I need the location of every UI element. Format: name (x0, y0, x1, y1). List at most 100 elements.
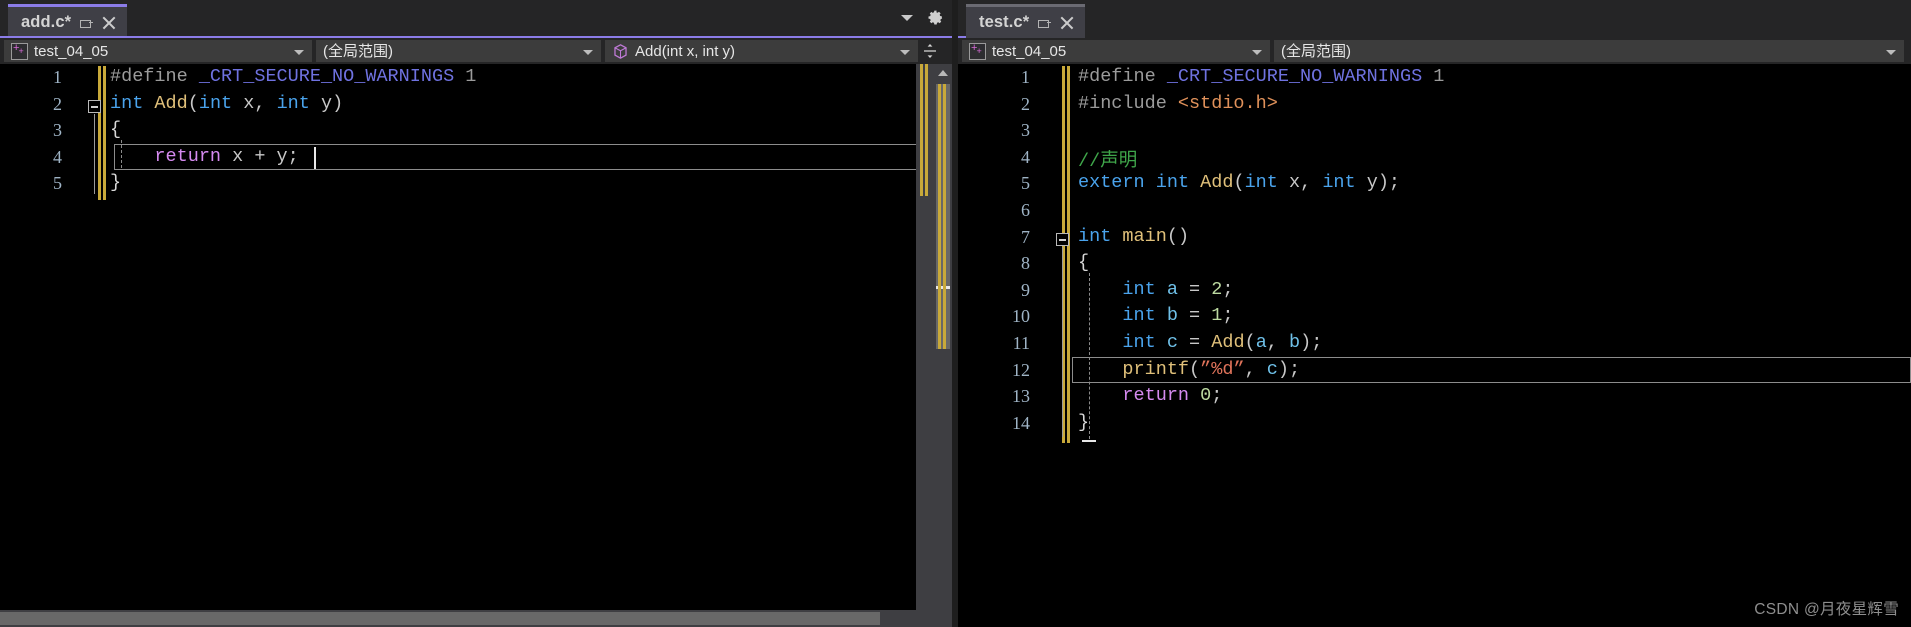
code-lines-right[interactable]: 1 #define _CRT_SECURE_NO_WARNINGS 1 2 #incl… (958, 64, 1911, 627)
code-line[interactable]: 9 int a = 2; (958, 277, 1911, 304)
line-number: 9 (1021, 279, 1030, 300)
code-line[interactable]: 8{ (958, 250, 1911, 277)
brace-guide-line (94, 114, 95, 194)
code-text[interactable]: int Add(int x, int y) (110, 93, 343, 114)
code-token: y) (309, 92, 344, 114)
chevron-down-icon[interactable] (1886, 50, 1896, 55)
code-text[interactable]: { (110, 119, 121, 140)
code-line[interactable]: 14} (958, 410, 1911, 437)
tab-add-c[interactable]: add.c* (8, 4, 128, 38)
scope-selector[interactable]: (全局范围) (1274, 40, 1904, 62)
code-text[interactable]: #define _CRT_SECURE_NO_WARNINGS 1 (110, 66, 476, 87)
vertical-scrollbar-left-outer[interactable] (934, 64, 952, 627)
code-line[interactable]: 5} (0, 170, 952, 197)
pin-icon[interactable] (1038, 16, 1052, 30)
code-line[interactable]: 3 (958, 117, 1911, 144)
method-cube-icon (612, 43, 629, 60)
collapse-region-button[interactable] (88, 100, 101, 113)
code-token: } (1078, 411, 1090, 433)
code-line[interactable]: 2 int Add(int x, int y) (0, 91, 952, 118)
code-token: ( (1244, 331, 1256, 353)
code-token: { (1078, 252, 1090, 274)
code-token: int (110, 92, 144, 114)
code-token: _CRT_SECURE_NO_WARNINGS (198, 66, 455, 87)
horizontal-scrollbar-left[interactable] (0, 610, 934, 627)
member-selector[interactable]: Add(int x, int y) (605, 40, 918, 62)
code-text[interactable]: int a = 2; (1078, 279, 1233, 300)
collapse-region-button[interactable] (1056, 233, 1069, 246)
line-number: 6 (1021, 199, 1030, 220)
chevron-down-icon[interactable] (294, 50, 304, 55)
code-token: ; (1222, 305, 1234, 327)
pane-chrome-left (901, 9, 944, 26)
code-line[interactable]: 1 #define _CRT_SECURE_NO_WARNINGS 1 (0, 64, 952, 91)
split-editor-icon[interactable] (918, 38, 942, 64)
close-icon[interactable] (1060, 16, 1074, 30)
line-number: 2 (1021, 93, 1030, 114)
code-token: #include (1078, 92, 1178, 114)
chevron-down-icon[interactable] (1252, 50, 1262, 55)
cpp-project-icon (11, 42, 28, 60)
code-token: a (1255, 331, 1267, 353)
code-text[interactable]: //声明 (1078, 146, 1137, 172)
code-line[interactable]: 1 #define _CRT_SECURE_NO_WARNINGS 1 (958, 64, 1911, 91)
scope-selector[interactable]: (全局范围) (316, 40, 601, 62)
code-line[interactable]: 13 return 0; (958, 383, 1911, 410)
code-text[interactable]: return 0; (1078, 385, 1222, 406)
close-icon[interactable] (102, 16, 116, 30)
tab-strip-left: add.c* (0, 0, 952, 38)
code-token: ( (187, 92, 199, 114)
code-editor-left[interactable]: 1 #define _CRT_SECURE_NO_WARNINGS 1 2 int A… (0, 64, 952, 627)
code-line[interactable]: 3{ (0, 117, 952, 144)
code-token: x, (1277, 172, 1323, 194)
code-text[interactable]: } (110, 172, 121, 193)
line-number: 1 (53, 67, 62, 87)
code-line[interactable]: 2 #include <stdio.h> (958, 91, 1911, 118)
code-text[interactable]: } (1078, 412, 1089, 433)
code-text[interactable]: #define _CRT_SECURE_NO_WARNINGS 1 (1078, 66, 1444, 87)
code-token: ; (1222, 278, 1234, 300)
code-line[interactable]: 11 int c = Add(a, b); (958, 330, 1911, 357)
code-editor-right[interactable]: 1 #define _CRT_SECURE_NO_WARNINGS 1 2 #incl… (958, 64, 1911, 627)
code-token: Add (154, 92, 188, 114)
code-line[interactable]: 4 //声明 (958, 144, 1911, 172)
vertical-scrollbar-left[interactable] (916, 64, 934, 627)
navigation-bar-left: test_04_05 (全局范围) Add(int x, int y) (0, 38, 952, 64)
text-caret (1082, 440, 1096, 442)
gear-icon[interactable] (927, 9, 944, 26)
code-text[interactable]: #include <stdio.h> (1078, 93, 1278, 114)
code-text[interactable]: int c = Add(a, b); (1078, 332, 1322, 353)
project-selector[interactable]: test_04_05 (4, 40, 312, 62)
project-selector[interactable]: test_04_05 (962, 40, 1270, 62)
chevron-down-icon[interactable] (583, 50, 593, 55)
code-line[interactable]: 5 extern int Add(int x, int y); (958, 170, 1911, 197)
chevron-down-icon[interactable] (901, 14, 913, 21)
code-text[interactable]: extern int Add(int x, int y); (1078, 172, 1400, 193)
scrollbar-thumb[interactable] (0, 612, 880, 625)
chevron-down-icon[interactable] (900, 50, 910, 55)
code-token: () (1166, 225, 1190, 247)
code-text[interactable]: { (1078, 252, 1089, 273)
code-token: extern (1078, 172, 1145, 194)
code-token: int (276, 92, 310, 114)
code-token: int (1155, 172, 1190, 194)
indent-guide (1089, 273, 1090, 439)
code-token: } (110, 172, 122, 194)
scroll-up-arrow[interactable] (938, 70, 948, 76)
code-line[interactable]: 6 (958, 197, 1911, 224)
pin-icon[interactable] (80, 16, 94, 30)
line-number: 7 (1021, 226, 1030, 247)
code-text[interactable]: int b = 1; (1078, 305, 1233, 326)
project-name: test_04_05 (992, 42, 1067, 60)
code-line[interactable]: 7 int main() (958, 224, 1911, 251)
current-statement-highlight (1072, 357, 1911, 383)
code-line[interactable]: 10 int b = 1; (958, 303, 1911, 330)
code-text[interactable]: int main() (1078, 226, 1189, 247)
tab-test-c[interactable]: test.c* (966, 4, 1086, 38)
editor-pane-left: add.c* test_04_05 (0, 0, 952, 627)
